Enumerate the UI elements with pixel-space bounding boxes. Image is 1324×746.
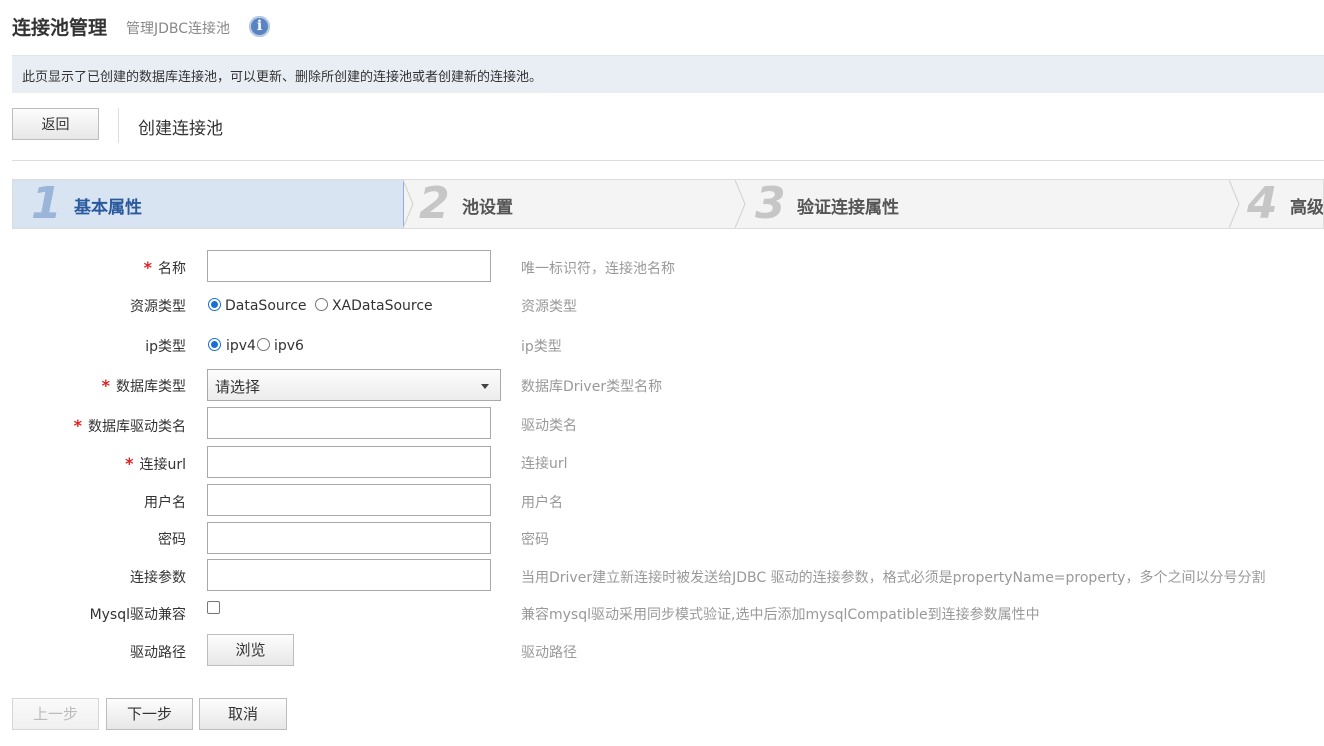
wizard-step-validation[interactable]: 3 验证连接属性 — [737, 180, 1229, 228]
step-label: 基本属性 — [74, 198, 142, 218]
required-mark: * — [73, 416, 82, 435]
driver-path-label: 驱动路径 — [130, 645, 186, 661]
password-hint: 密码 — [521, 532, 549, 548]
step-number: 1 — [31, 179, 62, 229]
required-mark: * — [143, 258, 152, 277]
step-number: 2 — [419, 179, 450, 229]
url-input[interactable] — [207, 446, 491, 478]
url-hint: 连接url — [521, 456, 568, 472]
back-button[interactable]: 返回 — [12, 108, 99, 140]
driver-path-hint: 驱动路径 — [521, 645, 577, 661]
radio-label: XADataSource — [331, 298, 433, 314]
password-input[interactable] — [207, 522, 491, 554]
ip-type-label: ip类型 — [145, 339, 186, 355]
info-icon[interactable]: i — [249, 16, 270, 37]
notice-text: 此页显示了已创建的数据库连接池，可以更新、删除所创建的连接池或者创建新的连接池。 — [22, 70, 543, 85]
driver-class-hint: 驱动类名 — [521, 418, 577, 434]
db-type-label: * 数据库类型 — [101, 376, 186, 395]
page-subtitle: 管理JDBC连接池 — [126, 21, 231, 37]
url-label: * 连接url — [125, 454, 186, 473]
conn-params-label: 连接参数 — [130, 570, 186, 586]
info-notice: 此页显示了已创建的数据库连接池，可以更新、删除所创建的连接池或者创建新的连接池。 — [12, 55, 1324, 93]
ip-type-radio-group: ipv4 ipv6 — [208, 338, 304, 354]
step-number: 3 — [755, 179, 786, 229]
select-value: 请选择 — [215, 378, 261, 396]
name-label: * 名称 — [143, 258, 186, 277]
driver-class-input[interactable] — [207, 407, 491, 439]
browse-button[interactable]: 浏览 — [207, 634, 294, 666]
name-input[interactable] — [207, 250, 491, 282]
divider — [12, 160, 1324, 161]
db-type-select[interactable]: 请选择 — [207, 369, 501, 401]
section-title: 创建连接池 — [138, 119, 223, 139]
driver-class-label: * 数据库驱动类名 — [73, 416, 186, 435]
password-label: 密码 — [158, 532, 186, 548]
divider — [118, 108, 119, 143]
radio-label: ipv4 — [226, 338, 256, 354]
radio-label: ipv6 — [273, 338, 304, 354]
username-hint: 用户名 — [521, 495, 563, 511]
radio-datasource[interactable] — [208, 298, 221, 311]
conn-params-input[interactable] — [207, 559, 491, 591]
prev-step-button[interactable]: 上一步 — [12, 698, 99, 730]
cancel-button[interactable]: 取消 — [199, 698, 287, 730]
wizard-step-pool[interactable]: 2 池设置 — [405, 180, 735, 228]
step-label: 验证连接属性 — [797, 198, 899, 218]
wizard-steps: 1 基本属性 2 池设置 3 验证连接属性 4 高级 — [12, 179, 1324, 229]
mysql-compat-checkbox[interactable] — [207, 601, 220, 614]
required-mark: * — [125, 454, 134, 473]
name-hint: 唯一标识符，连接池名称 — [521, 261, 675, 277]
chevron-down-icon — [481, 384, 489, 389]
mysql-compat-hint: 兼容mysql驱动采用同步模式验证,选中后添加mysqlCompatible到连… — [521, 607, 1040, 623]
resource-type-label: 资源类型 — [130, 299, 186, 315]
radio-ipv6[interactable] — [256, 338, 270, 351]
wizard-step-basic[interactable]: 1 基本属性 — [13, 179, 404, 229]
conn-params-hint: 当用Driver建立新连接时被发送给JDBC 驱动的连接参数，格式必须是prop… — [521, 570, 1266, 586]
username-label: 用户名 — [144, 495, 186, 511]
mysql-compat-label: Mysql驱动兼容 — [89, 607, 186, 623]
resource-type-hint: 资源类型 — [521, 299, 577, 315]
username-input[interactable] — [207, 484, 491, 516]
next-step-button[interactable]: 下一步 — [106, 698, 193, 730]
required-mark: * — [101, 376, 110, 395]
page-title: 连接池管理 — [12, 17, 108, 39]
step-label: 高级 — [1290, 198, 1324, 218]
db-type-hint: 数据库Driver类型名称 — [521, 379, 663, 395]
step-label: 池设置 — [462, 198, 513, 218]
radio-label: DataSource — [225, 298, 307, 314]
radio-xadatasource[interactable] — [314, 298, 328, 311]
resource-type-radio-group: DataSource XADataSource — [208, 298, 433, 314]
ip-type-hint: ip类型 — [521, 339, 562, 355]
radio-ipv4[interactable] — [208, 338, 221, 351]
wizard-step-advanced[interactable]: 4 高级 — [1231, 179, 1324, 229]
step-number: 4 — [1247, 179, 1278, 229]
